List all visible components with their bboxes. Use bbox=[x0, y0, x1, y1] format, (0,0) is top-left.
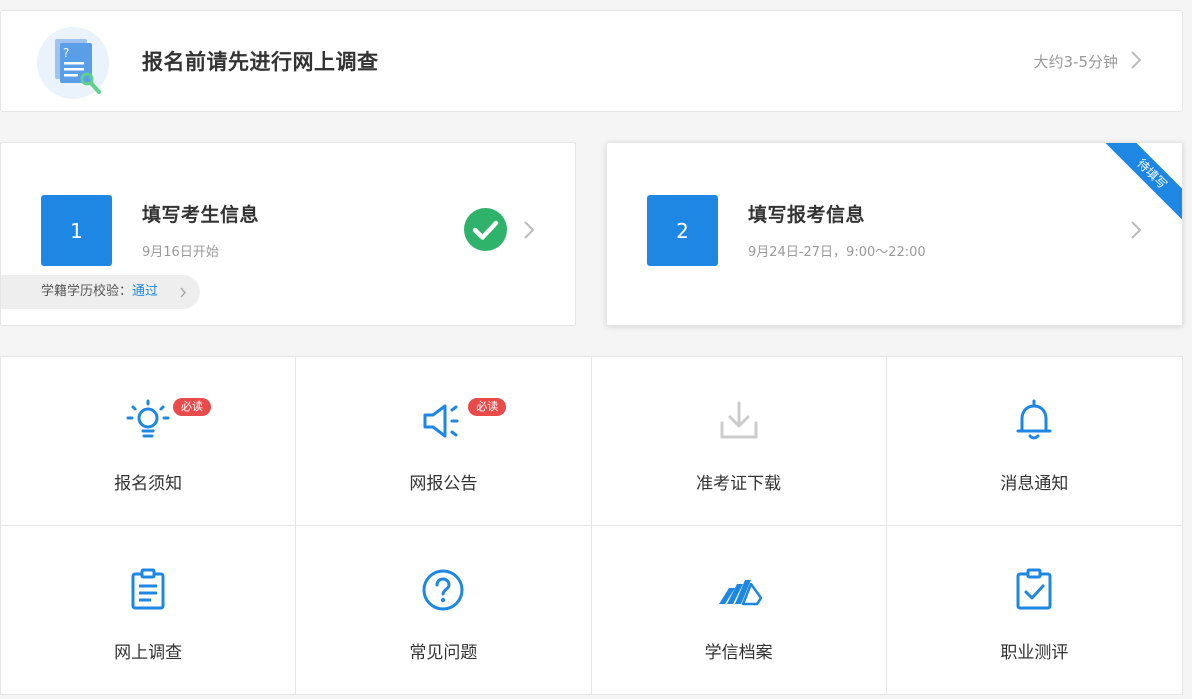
menu-item-online-survey[interactable]: 网上调查 bbox=[1, 525, 297, 694]
survey-illustration-icon: ? bbox=[37, 27, 109, 99]
step-date: 9月16日开始 bbox=[142, 245, 219, 260]
menu-item-chsi-archive[interactable]: 学信档案 bbox=[592, 525, 887, 694]
verify-value-link[interactable]: 通过 bbox=[132, 284, 158, 299]
bell-icon bbox=[1016, 399, 1052, 440]
clipboard-icon bbox=[131, 568, 165, 609]
survey-title: 报名前请先进行网上调查 bbox=[142, 50, 379, 74]
menu-item-career-assessment[interactable]: 职业测评 bbox=[887, 526, 1182, 695]
menu-item-label: 准考证下载 bbox=[696, 474, 782, 494]
must-read-badge: 必读 bbox=[468, 398, 507, 416]
menu-item-label: 职业测评 bbox=[1000, 642, 1069, 663]
chevron-right-icon bbox=[180, 287, 187, 298]
step-card-fill-application-info[interactable]: 2 填写报考信息 9月24日-27日，9:00～22:00 待填写 bbox=[606, 142, 1183, 326]
clipboard-check-icon bbox=[1016, 568, 1052, 609]
svg-text:?: ? bbox=[63, 46, 69, 60]
menu-item-admission-ticket-download[interactable]: 准考证下载 bbox=[591, 357, 887, 526]
step-number: 1 bbox=[41, 195, 112, 266]
menu-item-faq[interactable]: 常见问题 bbox=[296, 525, 592, 694]
menu-item-notifications[interactable]: 消息通知 bbox=[886, 357, 1182, 526]
megaphone-icon bbox=[423, 404, 459, 438]
menu-item-label: 学信档案 bbox=[704, 642, 773, 663]
step-title: 填写考生信息 bbox=[142, 204, 260, 226]
chevron-right-icon bbox=[1131, 51, 1142, 69]
chevron-right-icon bbox=[524, 221, 535, 239]
question-icon bbox=[422, 569, 464, 610]
check-circle-icon bbox=[464, 208, 507, 251]
menu-item-label: 网上调查 bbox=[114, 642, 183, 663]
chevron-right-icon bbox=[1131, 221, 1142, 239]
lightbulb-icon bbox=[126, 399, 170, 438]
step-title: 填写报考信息 bbox=[748, 204, 866, 226]
survey-duration: 大约3-5分钟 bbox=[1033, 53, 1119, 71]
verify-label: 学籍学历校验： bbox=[41, 284, 133, 299]
menu-item-label: 消息通知 bbox=[1000, 474, 1069, 494]
download-icon bbox=[720, 401, 758, 439]
menu-item-registration-notice[interactable]: 必读 报名须知 bbox=[1, 357, 297, 526]
survey-banner[interactable]: ? 报名前请先进行网上调查 大约3-5分钟 bbox=[0, 10, 1183, 112]
menu-grid: 必读 报名须知 必读 网报公告 准考证下载 消息通知 网上调查 常见问题 学信档… bbox=[0, 356, 1183, 695]
must-read-badge: 必读 bbox=[173, 398, 211, 416]
menu-item-label: 报名须知 bbox=[114, 474, 183, 494]
step-card-fill-candidate-info[interactable]: 1 填写考生信息 9月16日开始 学籍学历校验：通过 bbox=[0, 142, 576, 326]
verify-status-pill[interactable]: 学籍学历校验：通过 bbox=[1, 275, 200, 309]
menu-item-label: 网报公告 bbox=[409, 474, 478, 494]
step-date: 9月24日-27日，9:00～22:00 bbox=[748, 245, 926, 260]
menu-item-label: 常见问题 bbox=[409, 642, 478, 663]
archive-icon bbox=[718, 579, 762, 605]
step-number: 2 bbox=[647, 195, 718, 266]
menu-item-announcement[interactable]: 必读 网报公告 bbox=[296, 357, 592, 526]
pending-ribbon: 待填写 bbox=[1101, 143, 1182, 225]
